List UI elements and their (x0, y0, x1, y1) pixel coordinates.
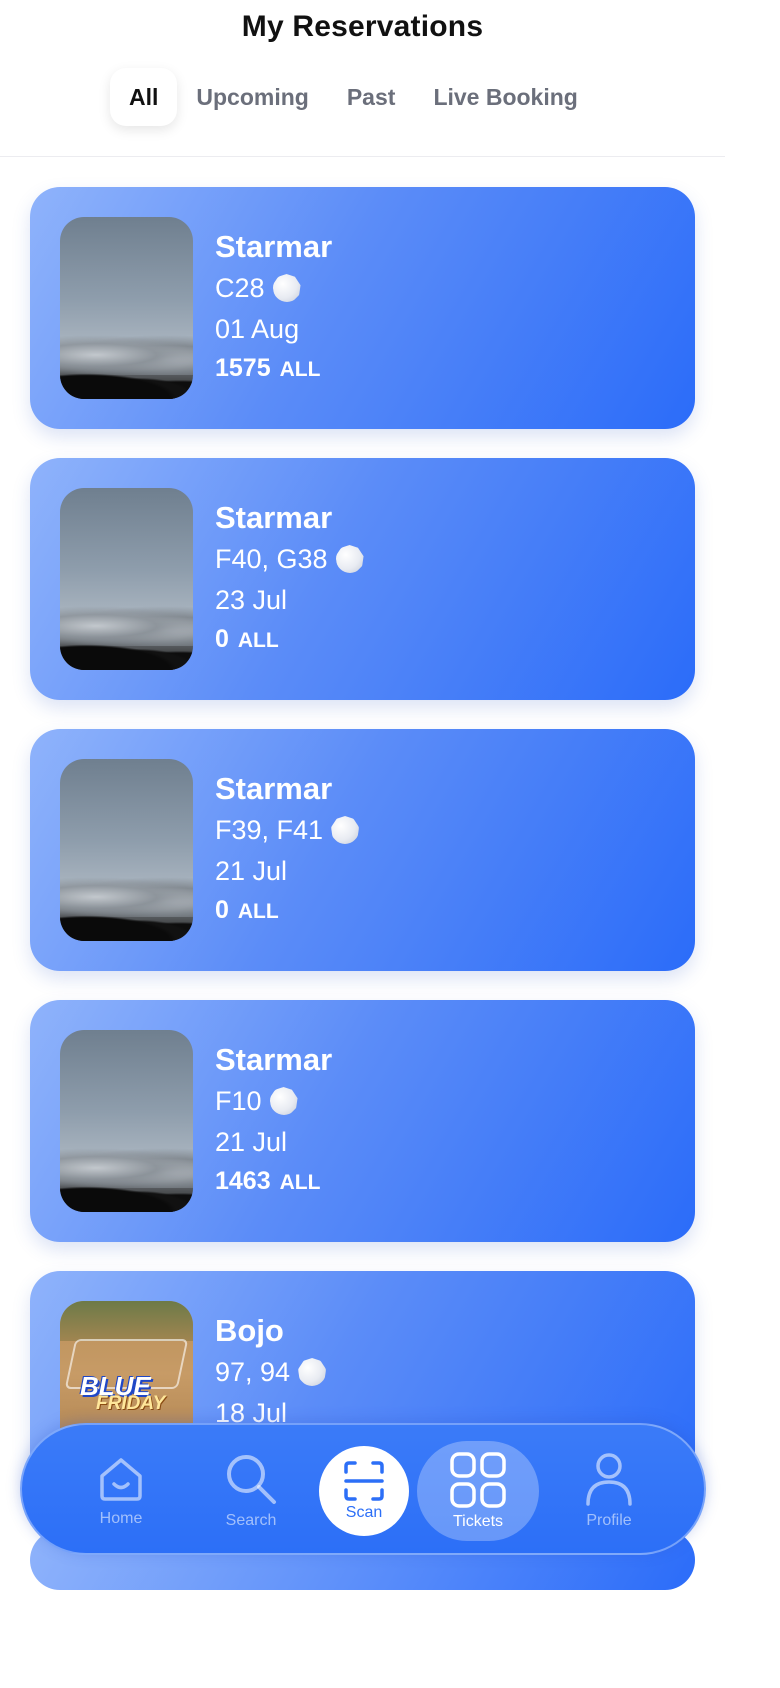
header: My Reservations All Upcoming Past Live B… (0, 0, 725, 157)
nav-profile-label: Profile (586, 1512, 632, 1529)
home-icon (100, 1458, 142, 1501)
tab-past[interactable]: Past (328, 68, 415, 126)
reservation-list: Starmar C28 01 Aug 1575 ALL Starmar F40,… (30, 187, 695, 1542)
poster-text: FRIDAY (96, 1393, 166, 1414)
page-title: My Reservations (241, 10, 484, 43)
venue-name: Starmar (215, 771, 333, 806)
umbrella-icon (331, 816, 360, 844)
grid-icon (450, 1452, 506, 1508)
event-thumbnail (60, 1030, 193, 1212)
reservation-price: 1463 ALL (215, 1167, 321, 1195)
reservation-date: 21 Jul (215, 856, 288, 886)
reservation-date: 21 Jul (215, 1127, 288, 1157)
event-thumbnail (60, 759, 193, 941)
nav-search-label: Search (225, 1512, 277, 1529)
venue-name: Bojo (215, 1313, 284, 1348)
tab-live-booking[interactable]: Live Booking (414, 68, 596, 126)
nav-profile[interactable]: Profile (570, 1425, 648, 1557)
seat-numbers: 97, 94 (215, 1352, 327, 1392)
nav-search[interactable]: Search (212, 1425, 290, 1557)
umbrella-icon (269, 1087, 298, 1115)
event-thumbnail (60, 488, 193, 670)
reservation-price: 1575 ALL (215, 354, 321, 382)
tab-bar: All Upcoming Past Live Booking (110, 68, 597, 126)
reservation-price: 0 ALL (215, 896, 279, 924)
reservation-price: 0 ALL (215, 625, 279, 653)
seat-numbers: F10 (215, 1081, 332, 1121)
reservation-card[interactable]: Starmar F40, G38 23 Jul 0 ALL (30, 458, 695, 700)
umbrella-icon (272, 274, 301, 302)
bottom-navigation: Home Search Scan Tickets Profile (20, 1423, 706, 1555)
reservation-card[interactable]: Starmar C28 01 Aug 1575 ALL (30, 187, 695, 429)
reservation-card[interactable]: Starmar F39, F41 21 Jul 0 ALL (30, 729, 695, 971)
seat-numbers: F39, F41 (215, 810, 360, 850)
nav-home[interactable]: Home (82, 1425, 160, 1557)
venue-name: Starmar (215, 229, 333, 264)
reservation-date: 23 Jul (215, 585, 288, 615)
nav-scan[interactable]: Scan (319, 1425, 409, 1557)
reservation-card[interactable]: Starmar F10 21 Jul 1463 ALL (30, 1000, 695, 1242)
nav-tickets[interactable]: Tickets (417, 1425, 539, 1557)
nav-home-label: Home (99, 1510, 143, 1527)
search-icon (227, 1455, 276, 1504)
tab-upcoming[interactable]: Upcoming (177, 68, 327, 126)
seat-numbers: C28 (215, 268, 332, 308)
profile-icon (586, 1453, 632, 1506)
scan-icon (344, 1461, 384, 1501)
umbrella-icon (335, 545, 364, 573)
venue-name: Starmar (215, 500, 333, 535)
reservation-date: 01 Aug (215, 314, 300, 344)
nav-tickets-label: Tickets (452, 1513, 504, 1530)
tab-all[interactable]: All (110, 68, 178, 126)
venue-name: Starmar (215, 1042, 333, 1077)
nav-scan-label: Scan (345, 1504, 383, 1521)
umbrella-icon (298, 1358, 327, 1386)
event-thumbnail (60, 217, 193, 399)
seat-numbers: F40, G38 (215, 539, 364, 579)
